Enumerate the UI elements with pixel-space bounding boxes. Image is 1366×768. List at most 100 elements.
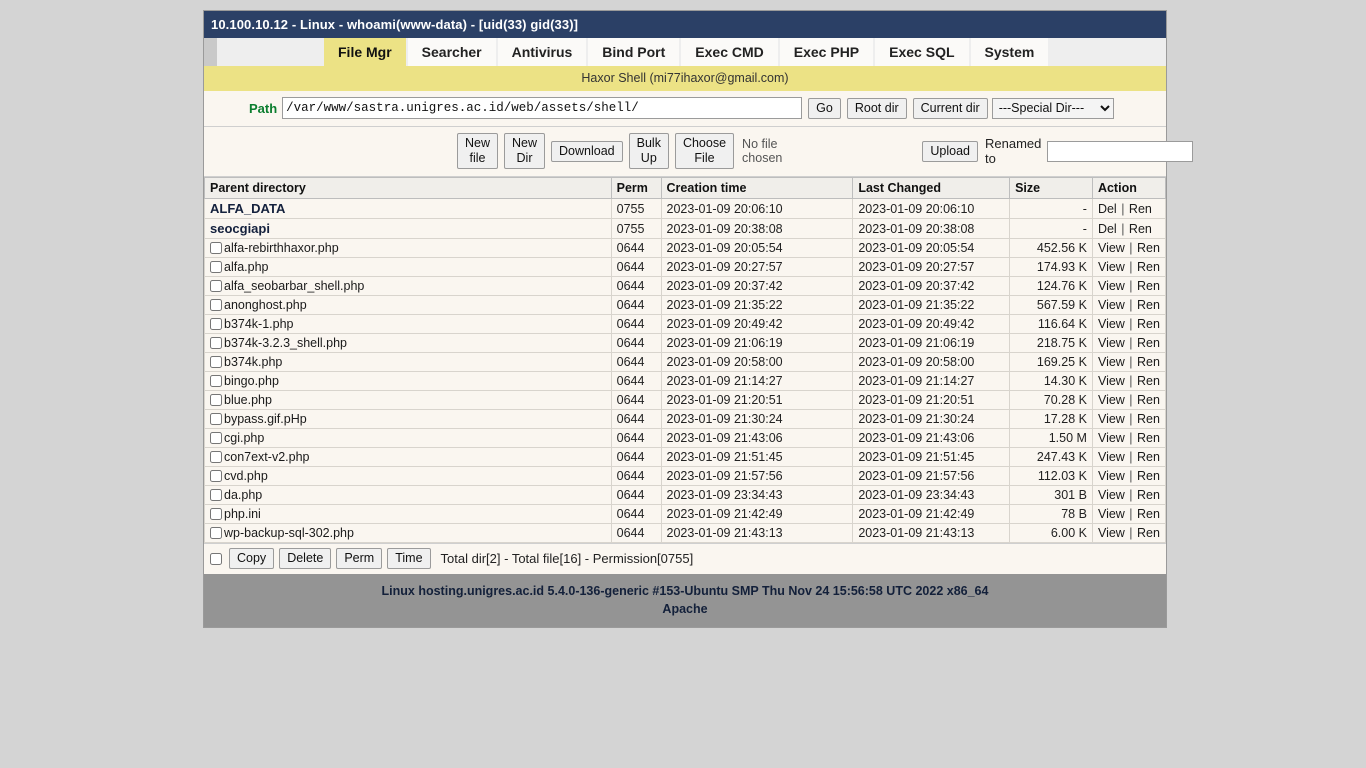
file-name[interactable]: cvd.php (224, 469, 268, 483)
file-name[interactable]: da.php (224, 488, 262, 502)
column-header-size[interactable]: Size (1009, 177, 1093, 199)
time-button[interactable]: Time (387, 548, 431, 569)
view-link[interactable]: View (1098, 450, 1125, 464)
row-checkbox[interactable] (210, 337, 222, 349)
rename-link[interactable]: Ren (1137, 260, 1160, 274)
row-checkbox[interactable] (210, 242, 222, 254)
file-name[interactable]: blue.php (224, 393, 272, 407)
row-checkbox[interactable] (210, 527, 222, 539)
column-header-creation-time[interactable]: Creation time (660, 177, 854, 199)
file-name[interactable]: bingo.php (224, 374, 279, 388)
file-name[interactable]: cgi.php (224, 431, 264, 445)
row-checkbox[interactable] (210, 470, 222, 482)
file-name[interactable]: b374k-1.php (224, 317, 294, 331)
row-checkbox[interactable] (210, 261, 222, 273)
delete-link[interactable]: Del (1098, 202, 1117, 216)
perm-button[interactable]: Perm (336, 548, 383, 569)
rename-link[interactable]: Ren (1129, 202, 1152, 216)
view-link[interactable]: View (1098, 526, 1125, 540)
file-name[interactable]: anonghost.php (224, 298, 307, 312)
file-name[interactable]: alfa-rebirthhaxor.php (224, 241, 339, 255)
copy-button[interactable]: Copy (229, 548, 275, 569)
rename-link[interactable]: Ren (1137, 431, 1160, 445)
row-checkbox[interactable] (210, 299, 222, 311)
file-name[interactable]: con7ext-v2.php (224, 450, 309, 464)
view-link[interactable]: View (1098, 279, 1125, 293)
column-header-parent-directory[interactable]: Parent directory (204, 177, 612, 199)
special-dir-select[interactable]: ---Special Dir--- (991, 97, 1114, 119)
file-name[interactable]: alfa_seobarbar_shell.php (224, 279, 364, 293)
rename-link[interactable]: Ren (1137, 317, 1160, 331)
rename-link[interactable]: Ren (1137, 526, 1160, 540)
view-link[interactable]: View (1098, 355, 1125, 369)
rename-link[interactable]: Ren (1137, 241, 1160, 255)
rename-link[interactable]: Ren (1137, 336, 1160, 350)
view-link[interactable]: View (1098, 412, 1125, 426)
tab-exec-php[interactable]: Exec PHP (779, 38, 874, 66)
rename-link[interactable]: Ren (1137, 393, 1160, 407)
row-checkbox[interactable] (210, 356, 222, 368)
rename-link[interactable]: Ren (1137, 488, 1160, 502)
rename-link[interactable]: Ren (1137, 412, 1160, 426)
rename-link[interactable]: Ren (1137, 507, 1160, 521)
rename-link[interactable]: Ren (1137, 450, 1160, 464)
rename-link[interactable]: Ren (1137, 355, 1160, 369)
tab-searcher[interactable]: Searcher (407, 38, 496, 66)
file-name[interactable]: php.ini (224, 507, 261, 521)
file-name[interactable]: wp-backup-sql-302.php (224, 526, 354, 540)
tab-file-mgr[interactable]: File Mgr (324, 38, 406, 66)
row-checkbox[interactable] (210, 508, 222, 520)
root-dir-button[interactable]: Root dir (846, 97, 907, 119)
row-checkbox[interactable] (210, 394, 222, 406)
go-button[interactable]: Go (808, 97, 841, 119)
tab-bind-port[interactable]: Bind Port (588, 38, 680, 66)
tab-exec-cmd[interactable]: Exec CMD (681, 38, 778, 66)
tab-system[interactable]: System (970, 38, 1049, 66)
view-link[interactable]: View (1098, 488, 1125, 502)
file-name[interactable]: alfa.php (224, 260, 268, 274)
tab-exec-sql[interactable]: Exec SQL (875, 38, 969, 66)
row-checkbox[interactable] (210, 413, 222, 425)
column-header-perm[interactable]: Perm (610, 177, 662, 199)
file-name[interactable]: b374k.php (224, 355, 282, 369)
view-link[interactable]: View (1098, 298, 1125, 312)
view-link[interactable]: View (1098, 431, 1125, 445)
directory-name[interactable]: seocgiapi (210, 221, 270, 236)
column-header-action[interactable]: Action (1091, 177, 1167, 199)
upload-button[interactable]: Upload (922, 140, 978, 162)
new-file-button[interactable]: New file (457, 133, 499, 169)
view-link[interactable]: View (1098, 374, 1125, 388)
row-checkbox[interactable] (210, 432, 222, 444)
rename-link[interactable]: Ren (1129, 222, 1152, 236)
view-link[interactable]: View (1098, 241, 1125, 255)
file-name[interactable]: b374k-3.2.3_shell.php (224, 336, 347, 350)
rename-link[interactable]: Ren (1137, 374, 1160, 388)
rename-link[interactable]: Ren (1137, 279, 1160, 293)
delete-button[interactable]: Delete (279, 548, 332, 569)
current-dir-button[interactable]: Current dir (912, 97, 988, 119)
view-link[interactable]: View (1098, 317, 1125, 331)
rename-link[interactable]: Ren (1137, 298, 1160, 312)
rename-link[interactable]: Ren (1137, 469, 1160, 483)
delete-link[interactable]: Del (1098, 222, 1117, 236)
row-checkbox[interactable] (210, 451, 222, 463)
row-checkbox[interactable] (210, 489, 222, 501)
view-link[interactable]: View (1098, 260, 1125, 274)
directory-name[interactable]: ALFA_DATA (210, 201, 285, 216)
view-link[interactable]: View (1098, 469, 1125, 483)
renamed-to-input[interactable] (1047, 140, 1194, 162)
row-checkbox[interactable] (210, 318, 222, 330)
download-button[interactable]: Download (551, 140, 623, 162)
view-link[interactable]: View (1098, 336, 1125, 350)
choose-file-button[interactable]: Choose File (674, 133, 735, 169)
select-all-checkbox[interactable] (210, 552, 222, 565)
path-input[interactable] (282, 97, 803, 119)
view-link[interactable]: View (1098, 393, 1125, 407)
tab-antivirus[interactable]: Antivirus (497, 38, 587, 66)
view-link[interactable]: View (1098, 507, 1125, 521)
new-dir-button[interactable]: New Dir (504, 133, 546, 169)
row-checkbox[interactable] (210, 375, 222, 387)
bulk-up-button[interactable]: Bulk Up (628, 133, 669, 169)
file-name[interactable]: bypass.gif.pHp (224, 412, 307, 426)
row-checkbox[interactable] (210, 280, 222, 292)
